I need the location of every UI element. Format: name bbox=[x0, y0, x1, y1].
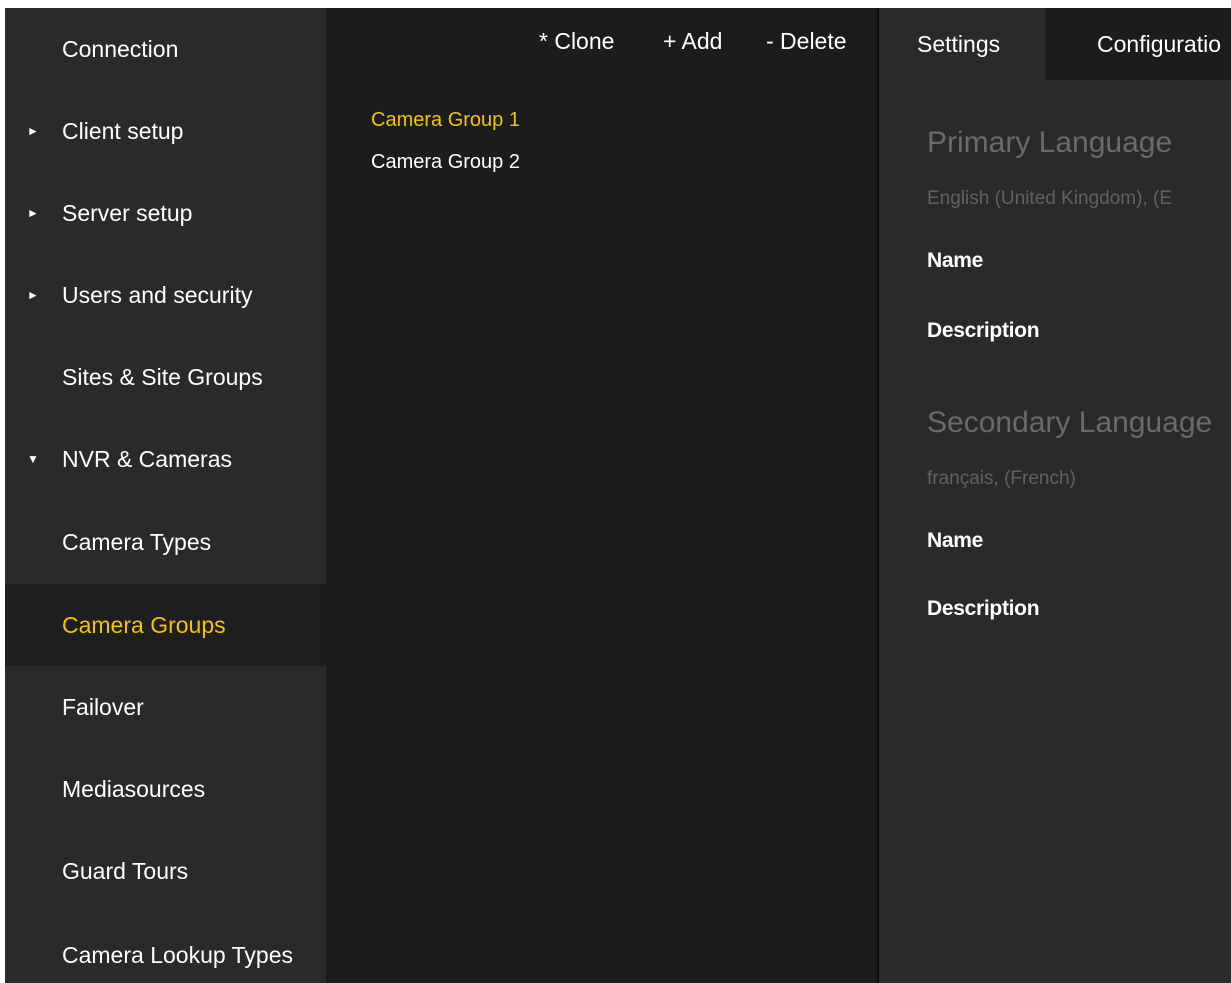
sidebar-item-mediasources[interactable]: Mediasources bbox=[5, 748, 326, 830]
secondary-description-label: Description bbox=[927, 597, 1040, 620]
camera-group-list-panel: * Clone + Add - Delete Camera Group 1 Ca… bbox=[329, 8, 877, 983]
sidebar-item-label: Camera Types bbox=[62, 528, 212, 555]
sidebar-item-failover[interactable]: Failover bbox=[5, 666, 326, 748]
secondary-language-value: français, (French) bbox=[927, 468, 1076, 489]
sidebar-item-users-and-security[interactable]: ► Users and security bbox=[5, 254, 326, 336]
sidebar-item-nvr-cameras[interactable]: ▼ NVR & Cameras bbox=[5, 418, 326, 500]
expand-arrow-icon: ► bbox=[27, 124, 39, 138]
tab-settings[interactable]: Settings bbox=[879, 8, 1045, 80]
secondary-language-title: Secondary Language bbox=[927, 406, 1213, 439]
sidebar-item-label: Mediasources bbox=[62, 775, 206, 802]
sidebar-item-guard-tours[interactable]: Guard Tours bbox=[5, 830, 326, 912]
sidebar-item-camera-groups[interactable]: Camera Groups bbox=[5, 584, 326, 666]
sidebar-item-label: Camera Lookup Types bbox=[62, 941, 293, 968]
secondary-name-label: Name bbox=[927, 529, 983, 552]
sidebar: Connection ► Client setup ► Server setup… bbox=[5, 8, 326, 983]
sidebar-item-server-setup[interactable]: ► Server setup bbox=[5, 172, 326, 254]
collapse-arrow-icon: ▼ bbox=[27, 452, 39, 466]
primary-name-label: Name bbox=[927, 249, 983, 272]
delete-button[interactable]: - Delete bbox=[766, 28, 847, 55]
sidebar-item-camera-lookup-types[interactable]: Camera Lookup Types bbox=[5, 914, 326, 983]
clone-button[interactable]: * Clone bbox=[539, 28, 614, 55]
expand-arrow-icon: ► bbox=[27, 206, 39, 220]
details-panel: Settings Configuratio Primary Language E… bbox=[879, 8, 1231, 983]
add-button[interactable]: + Add bbox=[663, 28, 722, 55]
sidebar-item-label: Sites & Site Groups bbox=[62, 363, 263, 390]
list-item[interactable]: Camera Group 1 bbox=[371, 109, 520, 132]
sidebar-item-label: Guard Tours bbox=[62, 857, 189, 884]
expand-arrow-icon: ► bbox=[27, 288, 39, 302]
sidebar-item-label: Server setup bbox=[62, 199, 193, 226]
sidebar-item-label: Failover bbox=[62, 693, 144, 720]
sidebar-item-sites[interactable]: Sites & Site Groups bbox=[5, 336, 326, 418]
primary-language-title: Primary Language bbox=[927, 126, 1173, 159]
tab-configuration[interactable]: Configuratio bbox=[1045, 8, 1231, 80]
tab-bar: Settings Configuratio bbox=[879, 8, 1231, 80]
tab-label: Settings bbox=[917, 30, 1001, 57]
sidebar-item-label: Users and security bbox=[62, 281, 253, 308]
sidebar-item-connection[interactable]: Connection bbox=[5, 8, 326, 90]
sidebar-item-client-setup[interactable]: ► Client setup bbox=[5, 90, 326, 172]
list-item[interactable]: Camera Group 2 bbox=[371, 151, 520, 174]
sidebar-item-label: NVR & Cameras bbox=[62, 445, 232, 472]
app-window: Connection ► Client setup ► Server setup… bbox=[5, 8, 1231, 983]
primary-description-label: Description bbox=[927, 319, 1040, 342]
sidebar-item-camera-types[interactable]: Camera Types bbox=[5, 501, 326, 583]
sidebar-item-label: Client setup bbox=[62, 117, 184, 144]
primary-language-value: English (United Kingdom), (E bbox=[927, 188, 1172, 209]
tab-label: Configuratio bbox=[1097, 30, 1222, 57]
sidebar-item-label: Camera Groups bbox=[62, 611, 226, 638]
sidebar-item-label: Connection bbox=[62, 35, 179, 62]
